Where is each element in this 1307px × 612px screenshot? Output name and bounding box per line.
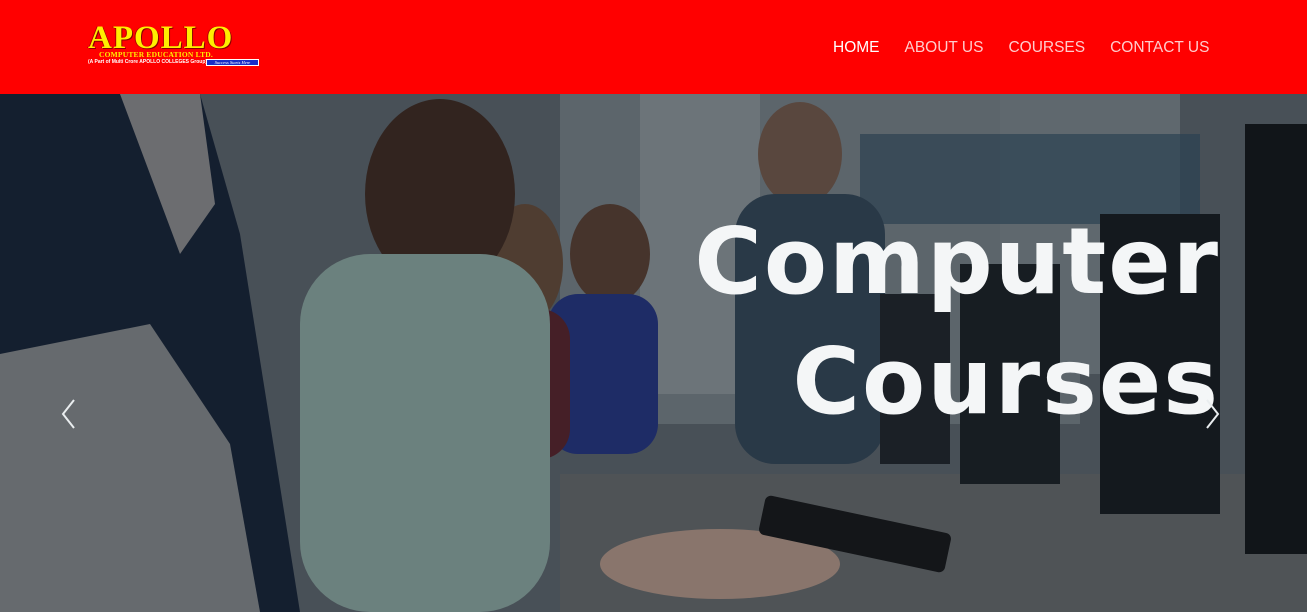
carousel-prev-button[interactable] bbox=[54, 394, 84, 434]
brand-logo[interactable]: APOLLO COMPUTER EDUCATION LTD. (A Part o… bbox=[88, 22, 263, 68]
nav-item-home[interactable]: HOME bbox=[833, 38, 880, 58]
hero-title-line-2: Courses bbox=[792, 328, 1220, 435]
nav-item-contact-us[interactable]: CONTACT US bbox=[1110, 38, 1209, 58]
nav-item-about-us[interactable]: ABOUT US bbox=[905, 38, 984, 58]
logo-group-note: (A Part of Multi Crore APOLLO COLLEGES G… bbox=[88, 59, 208, 65]
carousel-next-button[interactable] bbox=[1197, 394, 1227, 434]
hero-carousel: Computer Courses bbox=[0, 94, 1307, 612]
hero-title-line-1: Computer bbox=[694, 208, 1220, 315]
chevron-left-icon bbox=[61, 399, 75, 429]
navbar: APOLLO COMPUTER EDUCATION LTD. (A Part o… bbox=[0, 0, 1307, 94]
nav-item-courses[interactable]: COURSES bbox=[1008, 38, 1085, 58]
chevron-right-icon bbox=[1206, 399, 1220, 429]
hero-heading: Computer Courses bbox=[520, 202, 1220, 442]
logo-tagline: Success Starts Here bbox=[206, 59, 259, 66]
main-nav: HOME ABOUT US COURSES CONTACT US bbox=[833, 38, 1209, 58]
logo-subtitle: COMPUTER EDUCATION LTD. bbox=[99, 50, 213, 59]
